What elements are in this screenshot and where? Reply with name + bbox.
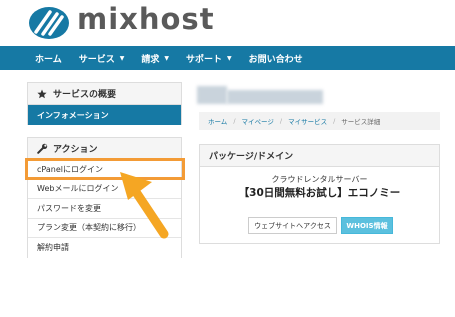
actions-panel-heading: アクション: [28, 138, 181, 160]
overview-panel-heading: サービスの概要: [28, 83, 181, 105]
nav-item-support[interactable]: サポート ▼: [186, 52, 232, 65]
main-nav: ホーム サービス ▼ 請求 ▼ サポート ▼ お問い合わせ: [0, 46, 455, 70]
logo-text[interactable]: mixhost: [77, 2, 215, 36]
logo-mark-icon[interactable]: [28, 6, 70, 40]
breadcrumb-mypage[interactable]: マイページ: [242, 116, 274, 126]
product-group: クラウドレンタルサーバー: [271, 175, 368, 184]
nav-item-billing[interactable]: 請求 ▼: [141, 52, 169, 65]
action-cancel-request[interactable]: 解約申請: [28, 238, 181, 258]
nav-item-services[interactable]: サービス ▼: [79, 52, 125, 65]
action-label: パスワードを変更: [37, 203, 101, 213]
header: mixhost: [0, 0, 455, 46]
breadcrumb-separator: /: [333, 117, 336, 125]
nav-item-home[interactable]: ホーム: [35, 52, 62, 65]
nav-item-contact[interactable]: お問い合わせ: [249, 52, 303, 65]
actions-title: アクション: [53, 145, 98, 155]
action-label: 解約申請: [37, 243, 69, 253]
action-label: Webメールにログイン: [37, 184, 119, 194]
whois-button[interactable]: WHOIS情報: [341, 217, 393, 234]
breadcrumb-myservices[interactable]: マイサービス: [288, 116, 327, 126]
nav-label: サポート: [186, 54, 223, 65]
sidebar-item-label: インフォメーション: [37, 110, 109, 120]
nav-label: お問い合わせ: [248, 54, 303, 65]
wrench-icon: [37, 143, 49, 154]
caret-down-icon: ▼: [119, 54, 125, 62]
blurred-domain-title: [197, 84, 323, 106]
breadcrumb: ホーム / マイページ / マイサービス / サービス詳細: [199, 112, 440, 130]
breadcrumb-separator: /: [279, 117, 283, 125]
breadcrumb-current: サービス詳細: [341, 118, 381, 126]
caret-down-icon: ▼: [227, 54, 232, 62]
package-panel: パッケージ/ドメイン クラウドレンタルサーバー 【30日間無料お試し】エコノミー…: [199, 144, 440, 244]
pointer-arrow-icon: [120, 172, 169, 239]
sidebar-item-information[interactable]: インフォメーション: [28, 105, 181, 125]
breadcrumb-separator: /: [233, 117, 236, 125]
visit-website-button[interactable]: ウェブサイトへアクセス: [248, 217, 337, 234]
caret-down-icon: ▼: [164, 54, 170, 62]
breadcrumb-home[interactable]: ホーム: [208, 116, 227, 126]
nav-label: サービス: [78, 54, 115, 65]
star-icon: [37, 89, 49, 99]
nav-label: ホーム: [35, 54, 62, 65]
nav-label: 請求: [141, 54, 160, 65]
package-heading: パッケージ/ドメイン: [200, 145, 439, 167]
overview-panel: サービスの概要 インフォメーション: [27, 82, 182, 125]
plan-name: 【30日間無料お試し】エコノミー: [238, 187, 401, 199]
overview-title: サービスの概要: [53, 90, 117, 100]
